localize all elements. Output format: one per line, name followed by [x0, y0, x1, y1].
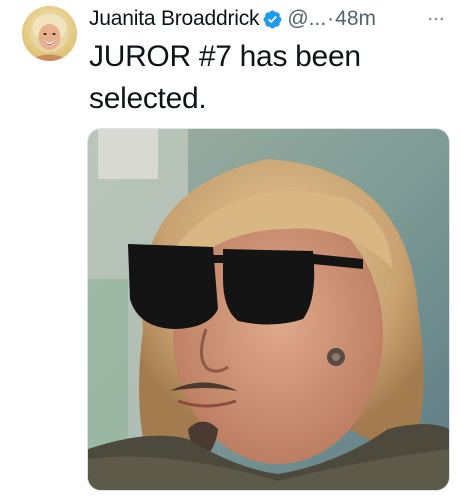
- author-handle[interactable]: @...: [287, 7, 326, 31]
- avatar-photo-icon: [22, 6, 77, 61]
- verified-badge-icon: [263, 10, 282, 28]
- separator-dot: ·: [327, 7, 335, 30]
- author-avatar[interactable]: [22, 6, 77, 61]
- tweet[interactable]: Juanita Broaddrick @... · 48m JUROR #7 h…: [0, 0, 460, 500]
- tweet-text: JUROR #7 has been selected.: [89, 40, 361, 115]
- meme-photo-icon: [88, 129, 449, 490]
- tweet-media[interactable]: [87, 128, 450, 491]
- tweet-header: Juanita Broaddrick @... · 48m: [89, 4, 452, 34]
- timestamp[interactable]: 48m: [335, 7, 376, 31]
- author-name[interactable]: Juanita Broaddrick: [89, 7, 260, 31]
- ellipsis-icon[interactable]: [426, 9, 446, 29]
